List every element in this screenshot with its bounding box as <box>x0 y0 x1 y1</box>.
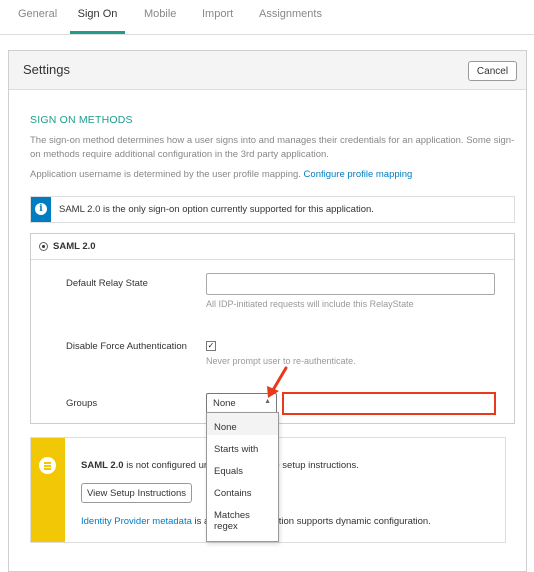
warning-text-right: he setup instructions. <box>269 460 359 471</box>
info-banner-stripe: i <box>31 197 51 222</box>
relay-state-label: Default Relay State <box>66 278 148 289</box>
dropdown-option-starts-with[interactable]: Starts with <box>214 444 258 455</box>
dropdown-option-equals[interactable]: Equals <box>214 466 243 477</box>
list-icon <box>39 457 56 474</box>
saml-method-header: SAML 2.0 <box>31 234 514 260</box>
dropdown-option-none[interactable]: None <box>214 422 237 433</box>
groups-filter-input[interactable] <box>282 392 496 415</box>
tab-assignments[interactable]: Assignments <box>259 0 322 31</box>
metadata-text-right: ication supports dynamic configuration. <box>266 516 431 527</box>
force-auth-checkbox[interactable]: ✓ <box>206 341 216 351</box>
red-arrow-annotation <box>267 366 288 398</box>
force-auth-hint: Never prompt user to re-authenticate. <box>206 356 356 366</box>
groups-label: Groups <box>66 398 98 409</box>
warning-bold: SAML 2.0 <box>81 460 124 471</box>
settings-header: Settings Cancel <box>9 51 526 90</box>
groups-dropdown-list: None Starts with Equals Contains Matches… <box>206 412 279 542</box>
configure-profile-mapping-link[interactable]: Configure profile mapping <box>304 169 413 180</box>
tab-sign-on[interactable]: Sign On <box>70 0 125 34</box>
tab-general[interactable]: General <box>18 0 57 31</box>
tab-import[interactable]: Import <box>202 0 233 31</box>
groups-selected-value: None <box>213 398 236 409</box>
cancel-button[interactable]: Cancel <box>468 61 517 81</box>
dropdown-option-contains[interactable]: Contains <box>214 488 252 499</box>
info-banner: i SAML 2.0 is the only sign-on option cu… <box>30 196 515 223</box>
info-text: SAML 2.0 is the only sign-on option curr… <box>59 204 374 215</box>
tab-mobile[interactable]: Mobile <box>144 0 176 31</box>
dropdown-option-regex[interactable]: regex <box>214 521 238 532</box>
username-mapping-text: Application username is determined by th… <box>30 169 301 180</box>
idp-metadata-link[interactable]: Identity Provider metadata <box>81 516 192 527</box>
description-line-2: on methods require additional configurat… <box>30 149 329 160</box>
section-title: SIGN ON METHODS <box>30 114 133 126</box>
sign-on-description: The sign-on method determines how a user… <box>30 134 515 162</box>
relay-state-hint: All IDP-initiated requests will include … <box>206 299 414 309</box>
relay-state-input[interactable] <box>206 273 495 295</box>
username-text: Application username is determined by th… <box>30 169 412 180</box>
dropdown-option-matches[interactable]: Matches <box>214 510 250 521</box>
radio-selected-dot <box>42 245 45 248</box>
warning-text-left: is not configured unt <box>126 460 212 471</box>
saml-label: SAML 2.0 <box>53 241 96 252</box>
force-auth-label: Disable Force Authentication <box>66 341 187 352</box>
settings-title: Settings <box>23 62 70 77</box>
info-circle-icon: i <box>35 203 47 215</box>
tab-bar: General Sign On Mobile Import Assignment… <box>0 0 534 35</box>
saml-radio[interactable] <box>39 242 48 251</box>
description-line-1: The sign-on method determines how a user… <box>30 135 515 146</box>
warning-stripe <box>31 438 65 542</box>
view-setup-instructions-button[interactable]: View Setup Instructions <box>81 483 192 503</box>
